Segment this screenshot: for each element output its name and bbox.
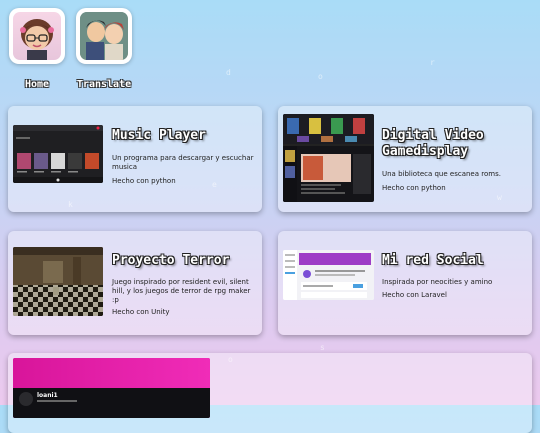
project-title: Mi red Social (382, 253, 484, 268)
translate-nav-button[interactable] (76, 8, 132, 64)
portfolio-page: { "nav": [ {"label": "Home"}, {"label": … (0, 0, 540, 433)
translate-nav-label[interactable]: Translate (70, 79, 138, 90)
bg-glyph: r (430, 58, 435, 67)
profile-banner (13, 358, 210, 388)
project-title: Proyecto Terror (112, 253, 230, 268)
profile-username: loani1 (37, 392, 58, 399)
project-description: Un programa para descargar y escuchar mu… (112, 154, 254, 171)
music-player-screenshot (13, 125, 103, 183)
project-card-red-social[interactable]: Mi red Social Inspirada por neocities y … (278, 231, 532, 335)
avatar-icon (13, 12, 61, 60)
project-card-music-player[interactable]: Music Player Un programa para descargar … (8, 106, 262, 212)
project-description: Juego inspirado por resident evil, silen… (112, 278, 251, 304)
anime-characters-icon (80, 12, 128, 60)
home-nav-label[interactable]: Home (9, 79, 65, 90)
project-card-terror[interactable]: Proyecto Terror Juego inspirado por resi… (8, 231, 262, 335)
red-social-screenshot (283, 250, 374, 300)
bg-glyph: s (320, 343, 325, 352)
profile-avatar (19, 392, 33, 406)
project-tech: Hecho con Laravel (382, 291, 447, 299)
terror-game-screenshot (13, 247, 103, 316)
profile-meta (37, 400, 77, 402)
project-description: Inspirada por neocities y amino (382, 278, 493, 286)
project-tech: Hecho con Unity (112, 308, 170, 316)
bg-glyph: d (226, 68, 231, 77)
profile-page-screenshot: loani1 (13, 358, 210, 418)
project-tech: Hecho con python (112, 177, 176, 185)
home-nav-button[interactable] (9, 8, 65, 64)
project-title: Digital Video Gamedisplay (382, 128, 484, 159)
project-card-partial[interactable]: loani1 (8, 353, 532, 433)
bg-glyph: o (318, 72, 323, 81)
project-title: Music Player (112, 128, 206, 143)
gamedisplay-screenshot (283, 114, 374, 202)
project-card-gamedisplay[interactable]: Digital Video Gamedisplay Una biblioteca… (278, 106, 532, 212)
project-tech: Hecho con python (382, 184, 446, 192)
project-description: Una biblioteca que escanea roms. (382, 170, 501, 178)
